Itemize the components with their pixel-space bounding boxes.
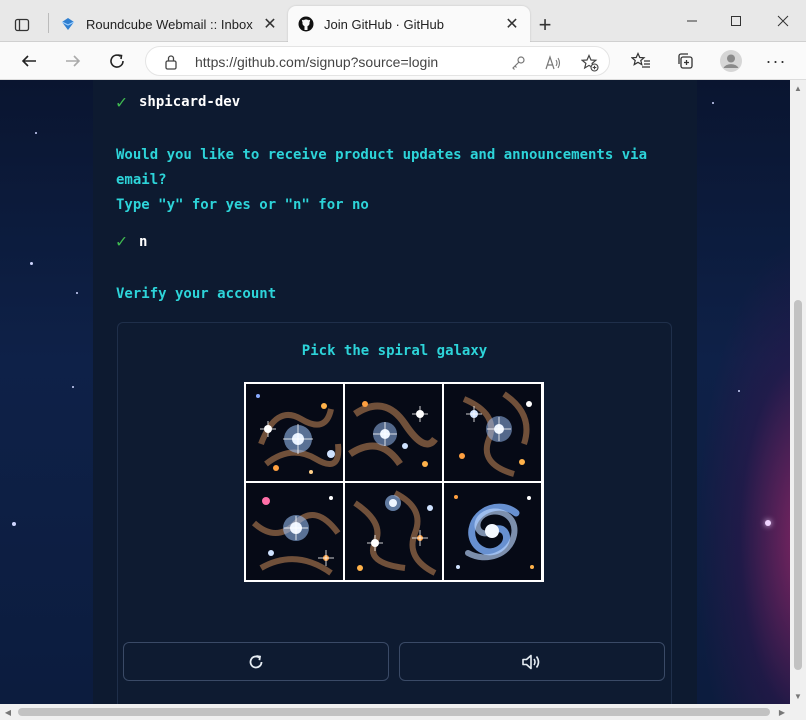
scroll-up-icon[interactable]: ▲ (790, 80, 806, 96)
verify-heading: Verify your account (116, 286, 277, 302)
updates-question-line1: Would you like to receive product update… (116, 147, 648, 163)
more-menu-icon[interactable]: ··· (762, 47, 790, 75)
minimize-icon[interactable] (678, 8, 706, 34)
scrollbar-corner (790, 704, 806, 720)
captcha-tile-4[interactable] (246, 483, 343, 580)
refresh-icon (249, 654, 263, 668)
star (12, 522, 16, 526)
back-button[interactable] (15, 47, 43, 75)
lock-icon[interactable] (164, 54, 178, 75)
horizontal-scroll-thumb[interactable] (18, 708, 770, 716)
star (72, 386, 74, 388)
galaxy-cluster-icon (345, 384, 442, 481)
check-icon: ✓ (116, 92, 127, 113)
captcha-tile-2[interactable] (345, 384, 442, 481)
updates-answer: n (139, 234, 148, 250)
new-tab-button[interactable]: + (532, 12, 558, 38)
tab-actions-icon[interactable] (9, 12, 35, 38)
captcha-tile-5[interactable] (345, 483, 442, 580)
vertical-scrollbar[interactable]: ▲ ▼ (790, 80, 806, 704)
add-favorite-icon[interactable] (581, 54, 599, 72)
captcha-refresh-button[interactable] (123, 642, 389, 681)
collections-icon[interactable] (671, 47, 699, 75)
scroll-left-icon[interactable]: ◀ (0, 704, 16, 720)
scroll-right-icon[interactable]: ▶ (774, 704, 790, 720)
url-text: https://github.com/signup?source=login (195, 54, 439, 70)
captcha-tile-6[interactable] (444, 483, 541, 580)
maximize-icon[interactable] (722, 8, 750, 34)
password-key-icon[interactable] (509, 54, 527, 72)
captcha-tile-1[interactable] (246, 384, 343, 481)
captcha-audio-button[interactable] (399, 642, 665, 681)
scroll-down-icon[interactable]: ▼ (790, 688, 806, 704)
star (765, 520, 771, 526)
spiral-galaxy-icon (444, 483, 541, 580)
tab-separator (48, 13, 49, 33)
tab-roundcube[interactable]: Roundcube Webmail :: Inbox ✕ (50, 6, 288, 42)
profile-avatar-icon[interactable] (717, 47, 745, 75)
galaxy-cluster-icon (345, 483, 442, 580)
close-tab-icon[interactable]: ✕ (260, 14, 280, 34)
captcha-grid (244, 382, 544, 582)
updates-question-line2: email? (116, 172, 167, 188)
close-tab-icon[interactable]: ✕ (502, 14, 522, 34)
captcha-tile-3[interactable] (444, 384, 541, 481)
star (712, 102, 714, 104)
username-answer: shpicard-dev (139, 94, 241, 110)
audio-icon (522, 654, 540, 669)
github-icon (298, 16, 314, 32)
galaxy-cluster-icon (444, 384, 541, 481)
star (76, 292, 78, 294)
captcha-prompt: Pick the spiral galaxy (301, 343, 488, 359)
star (30, 262, 33, 265)
check-icon: ✓ (116, 231, 127, 252)
captcha-card: Pick the spiral galaxy (117, 322, 672, 704)
galaxy-cluster-icon (246, 483, 343, 580)
star (738, 390, 740, 392)
tab-strip: Roundcube Webmail :: Inbox ✕ Join GitHub… (0, 0, 806, 42)
horizontal-scrollbar[interactable]: ◀ ▶ (0, 704, 790, 720)
address-toolbar: https://github.com/signup?source=login ·… (0, 42, 806, 80)
close-window-icon[interactable] (769, 8, 797, 34)
vertical-scroll-thumb[interactable] (794, 300, 802, 670)
tab-github[interactable]: Join GitHub · GitHub ✕ (288, 6, 530, 42)
refresh-page-button[interactable] (103, 47, 131, 75)
updates-instructions: Type "y" for yes or "n" for no (116, 197, 369, 213)
galaxy-cluster-icon (246, 384, 343, 481)
tab-title: Join GitHub · GitHub (324, 16, 444, 32)
tab-title: Roundcube Webmail :: Inbox (86, 16, 253, 32)
forward-button[interactable] (59, 47, 87, 75)
roundcube-icon (60, 16, 76, 32)
read-aloud-icon[interactable] (544, 54, 562, 72)
favorites-icon[interactable] (627, 47, 655, 75)
star (35, 132, 37, 134)
address-bar[interactable]: https://github.com/signup?source=login (145, 46, 610, 76)
updates-question: Would you like to receive product update… (116, 143, 647, 218)
